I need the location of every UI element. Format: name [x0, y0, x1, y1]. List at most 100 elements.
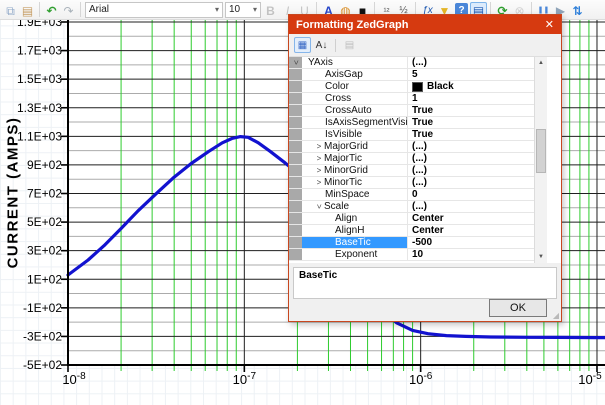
font-size-combo-value: 10	[229, 4, 240, 15]
property-row-majortic[interactable]: >MajorTic(...)	[289, 153, 534, 165]
property-value[interactable]: (...)	[412, 165, 427, 176]
ok-button[interactable]: OK	[489, 299, 547, 317]
property-value[interactable]: (...)	[412, 57, 427, 68]
property-row-minortic[interactable]: >MinorTic (...)	[289, 177, 534, 189]
expand-icon[interactable]: >	[314, 141, 324, 152]
indent-strip	[289, 225, 302, 236]
property-row-yaxis[interactable]: > YAxis (...)	[289, 57, 534, 69]
x-tick-label: 10-7	[233, 371, 257, 387]
paste-icon[interactable]: ▤	[19, 2, 36, 18]
indent-strip	[289, 237, 302, 248]
indent-strip	[289, 93, 302, 104]
property-value[interactable]: Black	[427, 81, 454, 92]
collapse-icon[interactable]: >	[314, 202, 325, 212]
y-tick-label: -3E+02	[23, 329, 62, 343]
property-value[interactable]: (...)	[412, 141, 427, 152]
property-row-scale[interactable]: >Scale(...)	[289, 201, 534, 213]
expand-icon[interactable]: >	[314, 153, 324, 164]
font-family-combo-value: Arial	[89, 4, 109, 15]
property-value[interactable]: Center	[412, 225, 444, 236]
property-row-minspace[interactable]: MinSpace 0	[289, 189, 534, 201]
categorized-icon[interactable]: ▦	[294, 37, 311, 53]
app-window: 1.9E+031.7E+031.5E+031.3E+031.1E+039E+02…	[0, 0, 605, 405]
property-value[interactable]: 0	[412, 189, 418, 200]
x-tick-labels: 10-810-710-610-5	[62, 371, 602, 387]
property-name: MinorGrid	[324, 165, 368, 176]
scrollbar-thumb[interactable]	[536, 129, 546, 173]
indent-strip	[289, 129, 302, 140]
property-row-basetic[interactable]: BaseTic-500	[289, 237, 534, 249]
property-row-align[interactable]: AlignCenter	[289, 213, 534, 225]
copy-icon[interactable]: ⧉	[2, 2, 19, 18]
x-tick-label: 10-5	[578, 371, 602, 387]
chevron-down-icon[interactable]: ▾	[253, 5, 257, 14]
scrollbar[interactable]: ▲ ▼	[534, 57, 547, 263]
color-swatch	[412, 82, 423, 92]
description-title: BaseTic	[299, 270, 337, 281]
property-value[interactable]: -500	[412, 237, 432, 248]
property-value[interactable]: (...)	[412, 201, 427, 212]
property-row-axisgap[interactable]: AxisGap5	[289, 69, 534, 81]
dialog-titlebar[interactable]: Formatting ZedGraph ✕	[289, 15, 561, 34]
updown-arrows-icon[interactable]: ⇅	[569, 2, 586, 18]
property-row-isaxissegmentvisible[interactable]: IsAxisSegmentVisible True	[289, 117, 534, 129]
font-family-combo[interactable]: Arial ▾	[85, 2, 223, 18]
property-row-isvisible[interactable]: IsVisible True	[289, 129, 534, 141]
property-name: IsAxisSegmentVisible	[325, 117, 408, 128]
indent-strip	[289, 177, 302, 188]
scroll-up-icon[interactable]: ▲	[535, 57, 547, 69]
property-name: IsVisible	[325, 129, 362, 140]
property-row-crossauto[interactable]: CrossAutoTrue	[289, 105, 534, 117]
y-tick-label: 5E+02	[27, 215, 62, 229]
property-name: MinSpace	[325, 189, 369, 200]
formatting-dialog: Formatting ZedGraph ✕ ▦A↓▤ >YAxis(...)Ax…	[288, 14, 562, 322]
undo-icon[interactable]: ↶	[43, 2, 60, 18]
collapse-icon[interactable]: >	[290, 58, 301, 68]
y-tick-label: -1E+02	[23, 301, 62, 315]
y-axis-title: CURRENT (AMPS)	[5, 93, 22, 293]
property-value[interactable]: (...)	[412, 177, 427, 188]
property-row-cross[interactable]: Cross1	[289, 93, 534, 105]
indent-strip	[289, 153, 302, 164]
property-row-exponent[interactable]: Exponent10	[289, 249, 534, 261]
indent-strip	[289, 105, 302, 116]
indent-strip	[289, 249, 302, 260]
chevron-down-icon[interactable]: ▾	[215, 5, 219, 14]
y-tick-label: 1.1E+03	[17, 129, 62, 143]
font-size-combo[interactable]: 10 ▾	[225, 2, 261, 18]
propertygrid-toolbar: ▦A↓ ▤	[289, 34, 561, 57]
indent-strip	[289, 165, 302, 176]
property-row-color[interactable]: Color Black	[289, 81, 534, 93]
resize-grip[interactable]: ◢	[553, 311, 559, 320]
y-tick-labels: 1.9E+031.7E+031.5E+031.3E+031.1E+039E+02…	[17, 15, 62, 372]
y-tick-label: 9E+02	[27, 158, 62, 172]
property-name: Color	[325, 81, 349, 92]
redo-icon[interactable]: ↷	[60, 2, 77, 18]
property-value[interactable]: (...)	[412, 153, 427, 164]
y-tick-label: 1.3E+03	[17, 101, 62, 115]
expand-icon[interactable]: >	[314, 165, 324, 176]
expand-icon[interactable]: >	[314, 177, 324, 188]
property-value[interactable]: Center	[412, 213, 444, 224]
indent-strip	[289, 81, 302, 92]
close-icon[interactable]: ✕	[545, 18, 554, 31]
property-row-minorgrid[interactable]: >MinorGrid (...)	[289, 165, 534, 177]
indent-strip: >	[289, 57, 302, 68]
property-value[interactable]: True	[412, 105, 433, 116]
property-value[interactable]: 10	[412, 249, 423, 260]
property-value[interactable]: 5	[412, 69, 418, 80]
property-name: YAxis	[308, 57, 333, 68]
property-pages-icon[interactable]: ▤	[341, 37, 358, 53]
property-row-alignh[interactable]: AlignHCenter	[289, 225, 534, 237]
alphabetical-icon[interactable]: A↓	[313, 37, 330, 53]
bold-button[interactable]: B	[262, 2, 279, 18]
x-tick-label: 10-8	[62, 371, 86, 387]
indent-strip	[289, 189, 302, 200]
property-row-majorgrid[interactable]: >MajorGrid(...)	[289, 141, 534, 153]
property-value[interactable]: True	[412, 117, 433, 128]
property-value[interactable]: True	[412, 129, 433, 140]
y-tick-label: -5E+02	[23, 358, 62, 372]
property-name: MinorTic	[324, 177, 362, 188]
scroll-down-icon[interactable]: ▼	[535, 251, 547, 263]
property-value[interactable]: 1	[412, 93, 418, 104]
